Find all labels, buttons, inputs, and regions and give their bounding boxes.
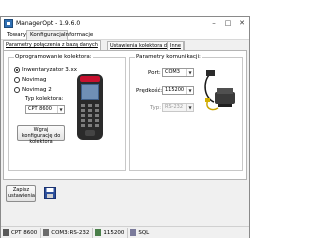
radio-button[interactable] [14, 76, 20, 83]
chevron-down-icon: ▼ [57, 106, 64, 113]
speed-label: Prędkość: [136, 88, 163, 94]
radio-novimag-2[interactable]: Novimag 2 [14, 86, 52, 93]
tab-informacje[interactable]: Informacje [61, 31, 96, 39]
window-title: ManagerOpt - 1.9.6.0 [16, 20, 81, 27]
radio-label: Novimag 2 [22, 86, 52, 93]
cradle-cable-image [204, 70, 235, 111]
radio-label: Inwentaryzator 3.xx [22, 66, 78, 73]
status-bar: CPT 8600 COM3:RS-232 115200 SQL [1, 226, 249, 238]
radio-inwentaryzator[interactable]: Inwentaryzator 3.xx [14, 66, 77, 73]
tab-other[interactable]: Inne [167, 41, 184, 50]
speed-select[interactable]: 115200 ▼ [162, 86, 194, 95]
floppy-disk-icon[interactable] [44, 187, 56, 199]
software-group: Oprogramowanie kolektora: Inwentaryzator… [8, 54, 126, 171]
radio-button[interactable] [14, 86, 20, 93]
radio-button[interactable] [14, 66, 20, 73]
status-device-text: CPT 8600 [11, 229, 38, 236]
device-icon [3, 229, 9, 236]
minimize-icon[interactable]: – [207, 18, 221, 28]
maximize-icon[interactable]: □ [221, 18, 235, 28]
port-value: COM3 [165, 69, 180, 75]
collector-type-label: Typ kolektora: [25, 96, 64, 102]
upload-config-button[interactable]: Wgraj konfigurację do kolektora [17, 125, 65, 145]
comm-type-label: Typ: [150, 105, 162, 111]
close-icon[interactable]: ✕ [235, 18, 249, 28]
comm-type-select: RS-232 ▼ [162, 103, 194, 112]
status-database: SQL [128, 228, 152, 238]
comm-group-legend: Parametry komunikacji: [135, 54, 202, 60]
status-device: CPT 8600 [1, 227, 42, 238]
tab-database-params[interactable]: Parametry połączenia z bazą danych [3, 40, 101, 50]
settings-panel: Oprogramowanie kolektora: Inwentaryzator… [3, 50, 247, 180]
speed-icon [95, 229, 102, 236]
port-label: Port: [148, 70, 161, 76]
software-group-legend: Oprogramowanie kolektora: [14, 54, 93, 60]
save-settings-button[interactable]: Zapisz ustawienia [6, 185, 36, 202]
app-icon [4, 19, 13, 28]
status-speed: 115200 [93, 227, 129, 238]
main-tabs: Towary Konfiguracja Informacje [1, 30, 249, 40]
chevron-down-icon: ▼ [186, 87, 193, 94]
collector-type-value: CPT 8600 [28, 106, 52, 112]
comm-group: Parametry komunikacji: Port: COM3 ▼ Pręd… [129, 54, 243, 171]
status-speed-text: 115200 [103, 229, 125, 236]
chevron-down-icon: ▼ [186, 69, 193, 76]
status-database-text: SQL [138, 229, 150, 236]
collector-type-select[interactable]: CPT 8600 ▼ [25, 105, 65, 114]
radio-novimag[interactable]: Novimag [14, 76, 46, 83]
database-icon [130, 229, 137, 236]
tab-database-params-label: Parametry połączenia z bazą danych [6, 42, 98, 48]
port-select[interactable]: COM3 ▼ [162, 68, 194, 77]
app-window: ManagerOpt - 1.9.6.0 – □ ✕ Towary Konfig… [0, 16, 250, 238]
barcode-scanner-image [77, 74, 103, 140]
comm-type-value: RS-232 [165, 104, 183, 110]
port-icon [43, 229, 50, 236]
title-bar: ManagerOpt - 1.9.6.0 – □ ✕ [1, 17, 249, 30]
status-port-text: COM3:RS-232 [51, 229, 90, 236]
speed-value: 115200 [165, 87, 185, 93]
chevron-down-icon: ▼ [186, 104, 193, 111]
tab-other-label: Inne [170, 43, 181, 49]
radio-label: Novimag [22, 76, 47, 83]
status-port: COM3:RS-232 [41, 227, 94, 238]
